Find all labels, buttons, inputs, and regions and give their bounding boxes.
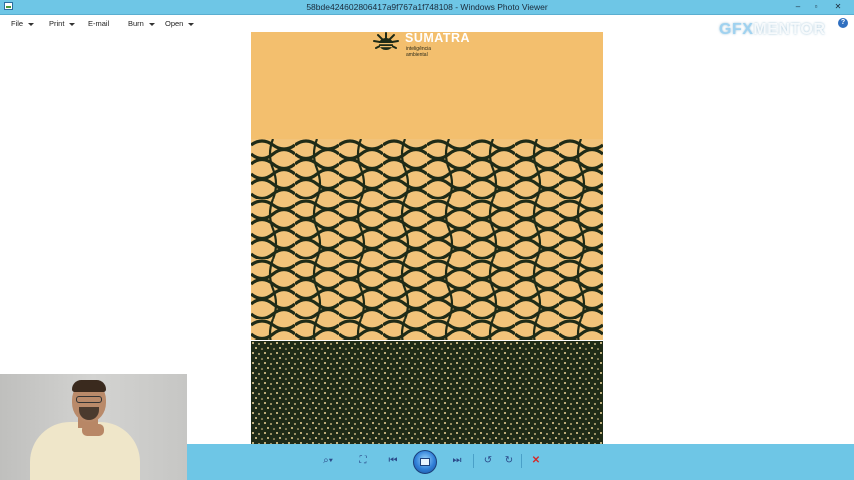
previous-icon[interactable]: ⏮ [382,454,404,468]
actual-size-icon[interactable]: ⛶ [355,454,371,468]
chevron-down-icon [188,22,195,26]
presenter-hand [82,424,104,436]
menu-file[interactable]: File [11,19,35,28]
presenter-glasses [76,396,102,403]
gfx-mentor-watermark: GFXMENTOR [719,21,825,39]
slideshow-button[interactable] [413,450,437,474]
brand-tagline: inteligência ambiental [406,46,431,58]
chevron-down-icon [28,22,35,26]
maximize-button[interactable]: ▫ [806,0,826,14]
next-icon[interactable]: ⏭ [446,454,468,468]
presenter-hair [72,380,106,392]
watermark-part2: MENTOR [753,21,826,38]
bottom-toolbar: ⌕▾ ⛶ ⏮ ⏭ ↺ ↻ ✕ [187,444,854,480]
help-icon[interactable]: ? [838,18,848,28]
leopard-dot-pattern-panel [251,341,603,444]
title-bar: 58bde424602806417a9f767a1f748108 - Windo… [0,0,854,15]
menu-email[interactable]: E-mail [88,19,109,28]
webcam-overlay [0,374,187,480]
brand-tagline-line2: ambiental [406,52,428,58]
toolbar-divider [473,454,474,468]
toolbar-divider [521,454,522,468]
menu-print-label: Print [49,19,65,28]
zebra-pattern-panel [251,139,603,340]
menu-file-label: File [11,19,24,28]
menu-open-label: Open [165,19,184,28]
menu-burn[interactable]: Burn [128,19,155,28]
zoom-icon[interactable]: ⌕▾ [318,454,338,468]
menu-burn-label: Burn [128,19,144,28]
chevron-down-icon [69,22,76,26]
image-header-panel: SUMATRA inteligência ambiental [251,32,603,139]
brand-name: SUMATRA [405,32,471,45]
delete-icon[interactable]: ✕ [529,454,543,468]
displayed-image: SUMATRA inteligência ambiental [251,32,603,444]
window-title: 58bde424602806417a9f767a1f748108 - Windo… [306,2,548,12]
chevron-down-icon [148,22,155,26]
rotate-left-icon[interactable]: ↺ [481,454,495,468]
menu-open[interactable]: Open [165,19,195,28]
watermark-part1: GFX [719,21,754,38]
close-button[interactable]: ✕ [828,0,848,14]
sun-logo-icon [373,32,399,50]
minimize-button[interactable]: – [788,0,808,14]
menu-print[interactable]: Print [49,19,76,28]
rotate-right-icon[interactable]: ↻ [502,454,516,468]
menu-email-label: E-mail [88,19,110,28]
